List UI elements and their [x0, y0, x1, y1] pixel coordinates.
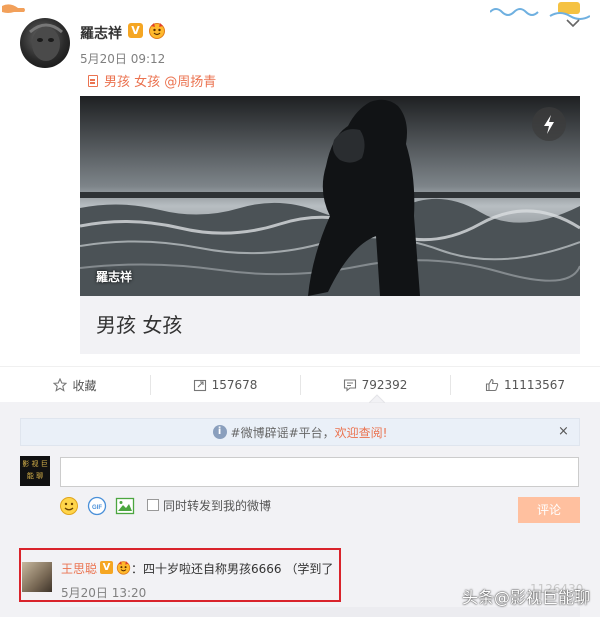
- like-count: 11113567: [503, 378, 566, 392]
- commenter-avatar[interactable]: [22, 562, 52, 592]
- my-avatar[interactable]: 影 视 巨 能 聊: [20, 456, 50, 486]
- gif-icon[interactable]: GIF: [87, 496, 107, 516]
- like-button[interactable]: 11113567: [450, 367, 600, 403]
- repost-icon: [193, 379, 206, 392]
- flash-button[interactable]: [532, 107, 566, 141]
- notice-text: #微博辟谣#平台，: [230, 425, 335, 440]
- my-avatar-text: 影 视 巨 能 聊: [22, 460, 48, 480]
- favorite-label: 收藏: [72, 378, 97, 393]
- hand-pointer-decoration: [2, 4, 25, 14]
- post-time[interactable]: 5月20日 09:12: [80, 50, 165, 67]
- card-title[interactable]: 男孩 女孩: [96, 309, 182, 338]
- flash-icon: [544, 115, 554, 134]
- doc-icon: [88, 75, 98, 87]
- close-icon[interactable]: ×: [558, 424, 569, 439]
- commenter-name[interactable]: 王思聪: [61, 560, 97, 577]
- chevron-down-icon[interactable]: [566, 18, 580, 28]
- post-text-content[interactable]: 男孩 女孩 @周扬青: [104, 75, 216, 90]
- author-name[interactable]: 羅志祥: [80, 23, 122, 43]
- rumor-notice: i #微博辟谣#平台， 欢迎查阅!: [20, 418, 580, 446]
- favorite-button[interactable]: 收藏: [0, 367, 150, 403]
- weibo-post-page: 羅志祥 V 5月20日 09:12 男孩 女孩 @周扬青 羅志祥 男孩 女孩 收…: [0, 0, 600, 617]
- commenter-verified-badge: V: [100, 561, 113, 574]
- notice-link[interactable]: 欢迎查阅!: [335, 424, 388, 441]
- card-image-caption: 羅志祥: [96, 270, 133, 284]
- caret-up-indicator: [369, 394, 385, 403]
- article-card[interactable]: 羅志祥 男孩 女孩: [80, 96, 580, 354]
- commenter-vip-icon: [116, 561, 131, 575]
- comment-time: 5月20日 13:20: [61, 586, 147, 600]
- comment-count: 792392: [361, 378, 408, 392]
- comment-input[interactable]: [60, 457, 579, 487]
- star-icon: [53, 378, 68, 392]
- action-bar: 收藏 157678 792392 11113567: [0, 366, 600, 402]
- post-text: 男孩 女孩 @周扬青: [88, 71, 216, 90]
- also-repost-checkbox[interactable]: [147, 499, 159, 511]
- repost-count: 157678: [211, 378, 258, 392]
- comment-text: ：四十岁啦还自称男孩6666 （学到了: [131, 562, 334, 576]
- author-avatar[interactable]: [20, 18, 70, 68]
- like-icon: [485, 378, 499, 392]
- svg-text:GIF: GIF: [92, 505, 102, 511]
- comment-icon: [343, 379, 356, 392]
- repost-button[interactable]: 157678: [150, 367, 300, 403]
- image-icon[interactable]: [115, 496, 135, 516]
- vip-emoji-icon: [149, 23, 165, 39]
- submit-comment-button[interactable]: 评论: [518, 497, 580, 523]
- watermark: 头条@影视巨能聊: [462, 588, 591, 607]
- also-repost-label: 同时转发到我的微博: [163, 499, 272, 513]
- verified-badge: V: [128, 23, 143, 38]
- emoji-icon[interactable]: [59, 496, 79, 516]
- card-image[interactable]: 羅志祥: [80, 96, 580, 296]
- next-comment-strip: [60, 607, 580, 617]
- info-icon: i: [212, 425, 227, 439]
